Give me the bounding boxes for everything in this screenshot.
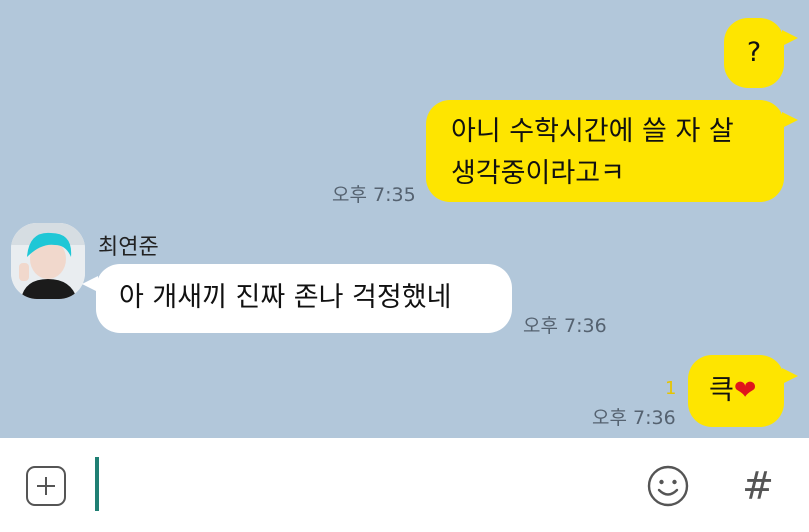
chat-area: ? 오후 7:35 아니 수학시간에 쓸 자 살 생각중이라고ㅋ 최연준 아 개… [0,0,809,438]
message-time: 오후 7:36 [523,315,607,337]
sender-name: 최연준 [98,235,159,260]
smiley-icon-graphic [647,465,689,507]
bubble-tail [782,30,798,46]
message-text: 아 개새끼 진짜 존나 걱정했네 [119,282,452,313]
bubble-tail [782,112,798,128]
sent-message-bubble[interactable]: 큭❤ [688,355,784,427]
smiley-icon[interactable] [646,464,690,508]
bubble-tail [782,368,798,384]
avatar-photo [11,223,85,299]
received-message-bubble[interactable]: 아 개새끼 진짜 존나 걱정했네 [96,264,512,333]
avatar[interactable] [11,223,85,299]
unread-count: 1 [665,378,677,399]
message-input[interactable] [92,455,636,513]
message-text-line: 아니 수학시간에 쓸 자 살 [451,116,734,147]
message-time: 오후 7:35 [332,184,416,206]
message-text: ? [746,37,762,68]
message-time: 오후 7:36 [592,407,676,429]
message-text: 큭 [709,375,734,406]
sent-message-bubble[interactable]: ? [724,18,784,88]
hash-icon[interactable]: # [738,462,778,510]
message-text-line: 생각중이라고ㅋ [451,158,625,189]
plus-square-icon[interactable] [26,466,66,506]
heart-emoji: ❤ [733,375,757,406]
text-cursor [95,457,99,511]
sent-message-bubble[interactable]: 아니 수학시간에 쓸 자 살 생각중이라고ㅋ [426,100,784,202]
